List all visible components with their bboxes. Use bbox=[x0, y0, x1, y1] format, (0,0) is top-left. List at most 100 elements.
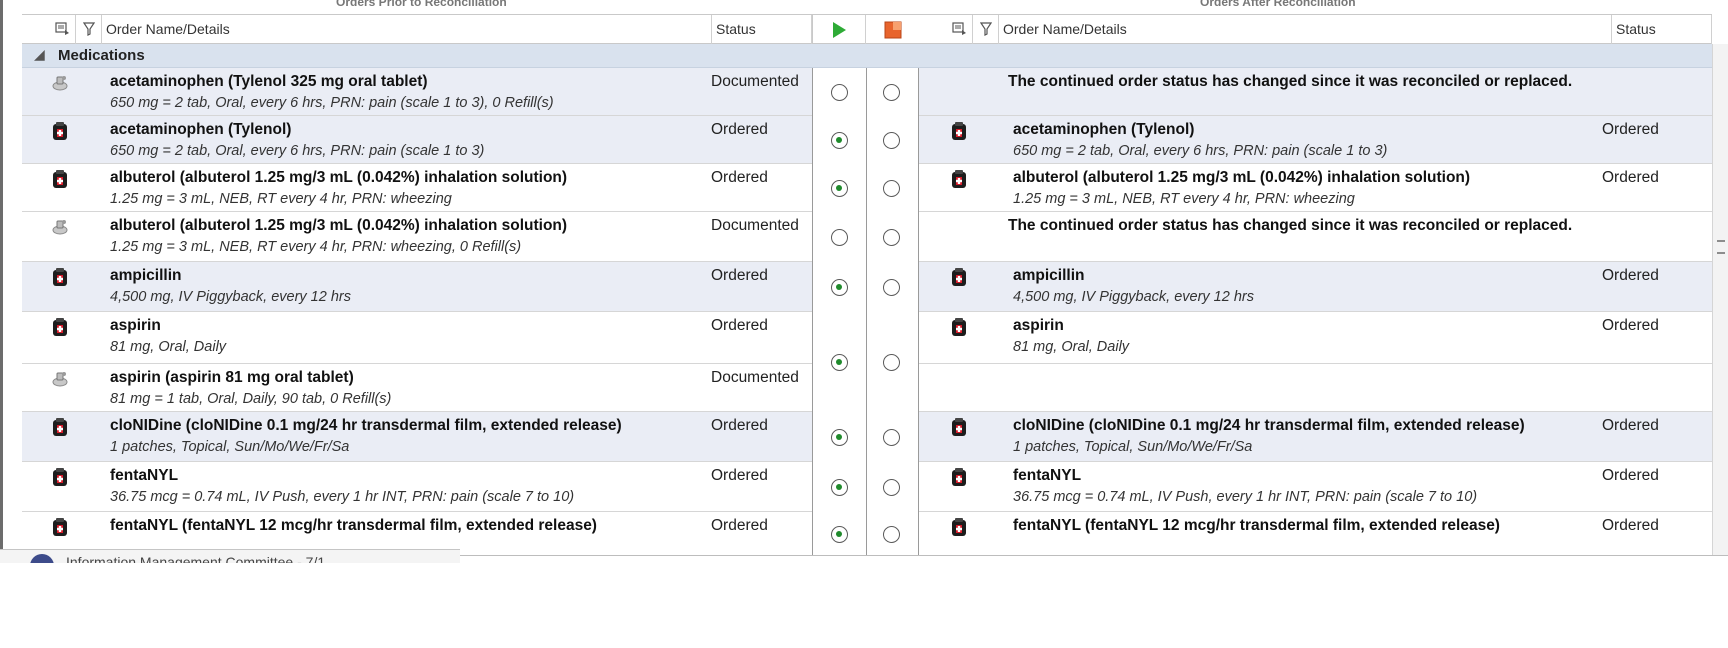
reconciliation-window: Orders Prior to Reconciliation Orders Af… bbox=[0, 0, 1728, 556]
left-order-name: cloNIDine (cloNIDine 0.1 mg/24 hr transd… bbox=[110, 417, 622, 434]
right-order-details: 1.25 mg = 3 mL, NEB, RT every 4 hr, PRN:… bbox=[1013, 191, 1355, 207]
right-order-status: Ordered bbox=[1602, 467, 1659, 484]
left-order-name: acetaminophen (Tylenol) bbox=[110, 121, 292, 138]
left-order-status: Ordered bbox=[711, 317, 768, 334]
discontinue-radio[interactable] bbox=[883, 429, 900, 446]
group-label: Medications bbox=[58, 47, 145, 64]
table-row[interactable]: ampicillin 4,500 mg, IV Piggyback, every … bbox=[22, 262, 1728, 312]
col-status[interactable]: Status bbox=[1612, 15, 1712, 44]
scrollbar-grip[interactable] bbox=[1717, 240, 1725, 254]
table-row[interactable]: fentaNYL 36.75 mcg = 0.74 mL, IV Push, ev… bbox=[22, 462, 1728, 512]
left-order-details: 4,500 mg, IV Piggyback, every 12 hrs bbox=[110, 289, 351, 305]
left-order-status: Ordered bbox=[711, 517, 768, 534]
inpatient-med-icon bbox=[947, 266, 971, 290]
right-order-details: 1 patches, Topical, Sun/Mo/We/Fr/Sa bbox=[1013, 439, 1253, 455]
continue-radio[interactable] bbox=[831, 354, 848, 371]
right-order-details: 650 mg = 2 tab, Oral, every 6 hrs, PRN: … bbox=[1013, 143, 1388, 159]
discontinue-radio[interactable] bbox=[883, 229, 900, 246]
right-order-status: Ordered bbox=[1602, 317, 1659, 334]
left-order-status: Ordered bbox=[711, 121, 768, 138]
right-order-status: Ordered bbox=[1602, 169, 1659, 186]
inpatient-med-icon bbox=[947, 466, 971, 490]
inpatient-med-icon bbox=[48, 120, 72, 144]
filter-icon[interactable] bbox=[76, 15, 102, 44]
reconcile-status-message: The continued order status has changed s… bbox=[1008, 73, 1573, 90]
col-order-name[interactable]: Order Name/Details bbox=[999, 15, 1612, 44]
table-row[interactable]: cloNIDine (cloNIDine 0.1 mg/24 hr transd… bbox=[22, 412, 1728, 462]
continue-radio[interactable] bbox=[831, 132, 848, 149]
left-header: Order Name/Details Status bbox=[22, 14, 812, 44]
medications-group-header[interactable]: ◢ Medications bbox=[22, 44, 1728, 68]
action-divider bbox=[866, 212, 867, 262]
vertical-scrollbar[interactable] bbox=[1712, 44, 1728, 555]
action-cell bbox=[812, 462, 919, 512]
action-cell bbox=[812, 262, 919, 312]
continue-radio[interactable] bbox=[831, 84, 848, 101]
right-order-status: Ordered bbox=[1602, 517, 1659, 534]
inpatient-med-icon bbox=[48, 316, 72, 340]
filter-icon[interactable] bbox=[973, 15, 999, 44]
left-order-status: Documented bbox=[711, 369, 799, 386]
right-order-details: 36.75 mcg = 0.74 mL, IV Push, every 1 hr… bbox=[1013, 489, 1478, 505]
table-row[interactable]: acetaminophen (Tylenol) 650 mg = 2 tab, O… bbox=[22, 116, 1728, 164]
continue-radio[interactable] bbox=[831, 429, 848, 446]
inpatient-med-icon bbox=[48, 168, 72, 192]
home-med-icon bbox=[48, 368, 72, 392]
right-order-status: Ordered bbox=[1602, 417, 1659, 434]
discontinue-radio[interactable] bbox=[883, 84, 900, 101]
left-order-name: acetaminophen (Tylenol 325 mg oral table… bbox=[110, 73, 428, 90]
left-order-name: fentaNYL (fentaNYL 12 mcg/hr transdermal… bbox=[110, 517, 597, 534]
continue-radio[interactable] bbox=[831, 180, 848, 197]
discontinue-radio[interactable] bbox=[883, 479, 900, 496]
collapse-triangle-icon[interactable]: ◢ bbox=[34, 46, 45, 63]
discontinue-radio[interactable] bbox=[883, 180, 900, 197]
discontinue-radio[interactable] bbox=[883, 354, 900, 371]
table-row[interactable]: acetaminophen (Tylenol 325 mg oral table… bbox=[22, 68, 1728, 116]
discontinue-radio[interactable] bbox=[883, 279, 900, 296]
order-details-icon[interactable] bbox=[50, 15, 76, 44]
right-order-status: Ordered bbox=[1602, 267, 1659, 284]
action-divider bbox=[866, 312, 867, 412]
action-divider bbox=[866, 68, 867, 116]
left-order-status: Ordered bbox=[711, 467, 768, 484]
table-row[interactable]: aspirin 81 mg, Oral, Daily Ordered aspirin 8… bbox=[22, 312, 1728, 412]
table-row[interactable]: albuterol (albuterol 1.25 mg/3 mL (0.042… bbox=[22, 212, 1728, 262]
left-order-name: albuterol (albuterol 1.25 mg/3 mL (0.042… bbox=[110, 217, 568, 234]
right-order-name: acetaminophen (Tylenol) bbox=[1013, 121, 1195, 138]
action-cell bbox=[812, 512, 919, 555]
col-status[interactable]: Status bbox=[712, 15, 812, 44]
table-row[interactable]: albuterol (albuterol 1.25 mg/3 mL (0.042… bbox=[22, 164, 1728, 212]
footer-text: Information Management Committee - 7/1 bbox=[66, 554, 326, 563]
order-details-icon[interactable] bbox=[947, 15, 973, 44]
inpatient-med-icon bbox=[48, 416, 72, 440]
taskbar-strip: Information Management Committee - 7/1 bbox=[0, 549, 460, 563]
stop-icon[interactable] bbox=[866, 15, 920, 44]
inpatient-med-icon bbox=[48, 466, 72, 490]
reconcile-status-message: The continued order status has changed s… bbox=[1008, 217, 1573, 234]
left-order-status: Documented bbox=[711, 217, 799, 234]
window-left-border bbox=[0, 0, 3, 555]
action-divider bbox=[866, 462, 867, 512]
discontinue-radio[interactable] bbox=[883, 526, 900, 543]
action-cell bbox=[812, 116, 919, 164]
discontinue-radio[interactable] bbox=[883, 132, 900, 149]
col-order-name[interactable]: Order Name/Details bbox=[102, 15, 712, 44]
inpatient-med-icon bbox=[947, 416, 971, 440]
continue-radio[interactable] bbox=[831, 526, 848, 543]
left-order-details: 1 patches, Topical, Sun/Mo/We/Fr/Sa bbox=[110, 439, 350, 455]
left-order-details: 81 mg = 1 tab, Oral, Daily, 90 tab, 0 Re… bbox=[110, 391, 392, 407]
action-divider bbox=[866, 512, 867, 555]
left-order-details: 1.25 mg = 3 mL, NEB, RT every 4 hr, PRN:… bbox=[110, 191, 452, 207]
continue-radio[interactable] bbox=[831, 279, 848, 296]
right-order-name: ampicillin bbox=[1013, 267, 1085, 284]
left-pane-title: Orders Prior to Reconciliation bbox=[336, 0, 507, 8]
left-order-status: Ordered bbox=[711, 267, 768, 284]
continue-radio[interactable] bbox=[831, 479, 848, 496]
left-order-details: 650 mg = 2 tab, Oral, every 6 hrs, PRN: … bbox=[110, 143, 485, 159]
left-order-details: 1.25 mg = 3 mL, NEB, RT every 4 hr, PRN:… bbox=[110, 239, 522, 255]
right-order-name: fentaNYL (fentaNYL 12 mcg/hr transdermal… bbox=[1013, 517, 1500, 534]
action-cell bbox=[812, 164, 919, 212]
continue-radio[interactable] bbox=[831, 229, 848, 246]
play-icon[interactable] bbox=[813, 15, 866, 44]
inpatient-med-icon bbox=[947, 120, 971, 144]
